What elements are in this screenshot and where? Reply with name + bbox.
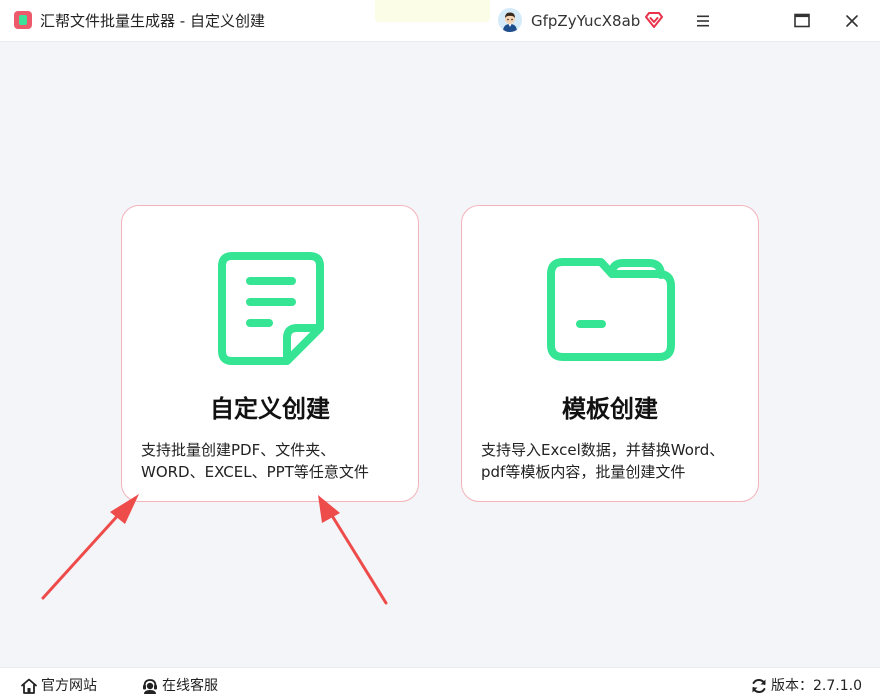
template-create-title: 模板创建 bbox=[562, 395, 658, 423]
maximize-button[interactable] bbox=[788, 7, 816, 35]
close-icon bbox=[846, 15, 858, 27]
online-service-link[interactable]: 在线客服 bbox=[141, 676, 221, 696]
template-create-description: 支持导入Excel数据，并替换Word、 pdf等模板内容，批量创建文件 bbox=[481, 439, 751, 483]
avatar-icon[interactable] bbox=[498, 8, 522, 32]
template-create-desc-line1: 支持导入Excel数据，并替换Word、 bbox=[481, 441, 725, 459]
version-info: 版本： 2.7.1.0 bbox=[750, 676, 862, 696]
document-icon bbox=[218, 252, 324, 365]
template-create-card[interactable]: 模板创建 支持导入Excel数据，并替换Word、 pdf等模板内容，批量创建文… bbox=[461, 205, 759, 502]
official-website-link[interactable]: 官方网站 bbox=[20, 676, 100, 696]
custom-create-description: 支持批量创建PDF、文件夹、 WORD、EXCEL、PPT等任意文件 bbox=[141, 439, 411, 483]
title-bar: 汇帮文件批量生成器 - 自定义创建 GfpZyYucX8ab bbox=[0, 0, 880, 42]
app-logo-icon bbox=[14, 11, 32, 29]
window-title: 汇帮文件批量生成器 - 自定义创建 bbox=[40, 12, 265, 30]
folder-icon bbox=[547, 258, 675, 361]
notice-strip bbox=[375, 0, 490, 22]
annotation-arrow-left bbox=[41, 494, 139, 600]
refresh-icon[interactable] bbox=[750, 677, 768, 695]
version-value: 2.7.1.0 bbox=[813, 678, 862, 694]
menu-button[interactable] bbox=[689, 7, 717, 35]
custom-create-title: 自定义创建 bbox=[210, 395, 330, 423]
status-bar: 官方网站 在线客服 版本： 2.7.1.0 bbox=[0, 667, 880, 700]
maximize-icon bbox=[794, 13, 810, 28]
home-icon bbox=[21, 678, 37, 694]
version-label: 版本： bbox=[771, 678, 813, 694]
vip-diamond-icon[interactable] bbox=[645, 12, 663, 28]
menu-icon bbox=[697, 15, 709, 27]
official-website-label: 官方网站 bbox=[41, 678, 97, 694]
customer-service-icon bbox=[143, 679, 157, 694]
custom-create-desc-line2: WORD、EXCEL、PPT等任意文件 bbox=[141, 463, 369, 481]
username[interactable]: GfpZyYucX8ab bbox=[531, 11, 640, 31]
online-service-label: 在线客服 bbox=[162, 678, 218, 694]
template-create-desc-line2: pdf等模板内容，批量创建文件 bbox=[481, 463, 686, 481]
annotation-arrow-right bbox=[318, 495, 388, 605]
custom-create-desc-line1: 支持批量创建PDF、文件夹、 bbox=[141, 441, 336, 459]
app-window: 汇帮文件批量生成器 - 自定义创建 GfpZyYucX8ab 自定义创建 支持批… bbox=[0, 0, 880, 700]
close-button[interactable] bbox=[838, 7, 866, 35]
custom-create-card[interactable]: 自定义创建 支持批量创建PDF、文件夹、 WORD、EXCEL、PPT等任意文件 bbox=[121, 205, 419, 502]
